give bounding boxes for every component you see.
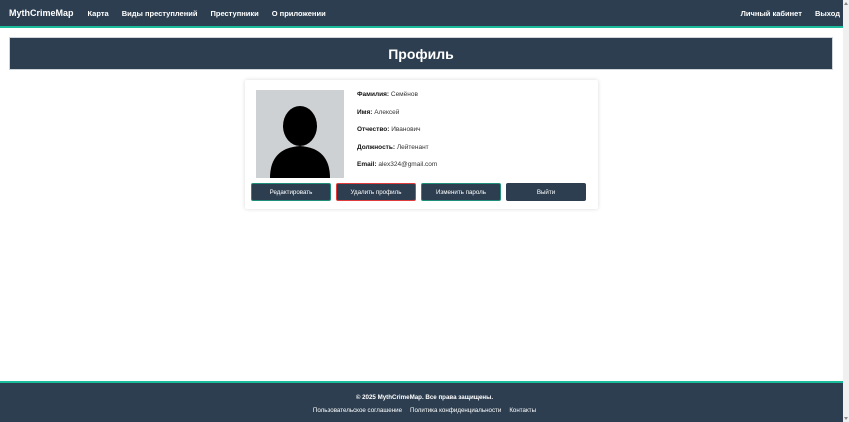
- change-password-button[interactable]: Изменить пароль: [421, 183, 501, 201]
- footer-link-privacy[interactable]: Политика конфиденциальности: [410, 407, 501, 414]
- nav-right-group: Личный кабинет Выход: [728, 9, 840, 18]
- logout-button[interactable]: Выйти: [506, 183, 586, 201]
- field-lastname: Фамилия: Семёнов: [357, 91, 437, 109]
- field-label: Email:: [357, 161, 377, 168]
- footer-links: Пользовательское соглашение Политика кон…: [0, 407, 849, 414]
- nav-link-account[interactable]: Личный кабинет: [741, 9, 802, 18]
- scroll-down-arrow-icon[interactable]: [844, 417, 848, 420]
- field-value: Семёнов: [390, 91, 418, 98]
- nav-link-criminals[interactable]: Преступники: [210, 9, 258, 18]
- field-label: Имя:: [357, 108, 373, 116]
- footer-copyright: © 2025 MythCrimeMap. Все права защищены.: [355, 394, 494, 401]
- edit-profile-button[interactable]: Редактировать: [251, 183, 331, 201]
- field-value: Иванович: [391, 126, 421, 133]
- field-firstname: Имя: Алексей: [357, 109, 437, 127]
- field-value: Алексей: [374, 108, 400, 116]
- top-navbar: MythCrimeMap Карта Виды преступлений Пре…: [0, 0, 849, 28]
- delete-profile-button[interactable]: Удалить профиль: [336, 183, 416, 201]
- field-value: alex324@gmail.com: [378, 161, 438, 168]
- scroll-up-arrow-icon[interactable]: [844, 2, 848, 5]
- field-label: Должность:: [357, 143, 396, 151]
- footer-link-terms[interactable]: Пользовательское соглашение: [313, 407, 402, 414]
- nav-link-logout[interactable]: Выход: [815, 9, 840, 18]
- profile-info: Фамилия: Семёнов Имя: Алексей Отчество: …: [357, 91, 437, 179]
- profile-card: Фамилия: Семёнов Имя: Алексей Отчество: …: [245, 80, 598, 209]
- field-email: Email: alex324@gmail.com: [357, 161, 437, 179]
- field-patronymic: Отчество: Иванович: [357, 126, 437, 144]
- footer-link-contacts[interactable]: Контакты: [509, 407, 536, 414]
- field-label: Фамилия:: [357, 91, 390, 98]
- nav-link-crime-types[interactable]: Виды преступлений: [122, 9, 198, 18]
- brand-logo[interactable]: MythCrimeMap: [9, 8, 74, 18]
- footer: © 2025 MythCrimeMap. Все права защищены.…: [0, 381, 849, 422]
- nav-link-map[interactable]: Карта: [88, 9, 109, 18]
- nav-link-about[interactable]: О приложении: [272, 9, 326, 18]
- avatar: [256, 90, 344, 178]
- page-title-bar: Профиль: [9, 37, 833, 70]
- field-position: Должность: Лейтенант: [357, 144, 437, 162]
- page-title: Профиль: [388, 45, 454, 62]
- vertical-scrollbar[interactable]: [843, 0, 849, 422]
- field-label: Отчество:: [357, 126, 390, 133]
- field-value: Лейтенант: [396, 143, 429, 151]
- user-silhouette-icon: [270, 106, 330, 178]
